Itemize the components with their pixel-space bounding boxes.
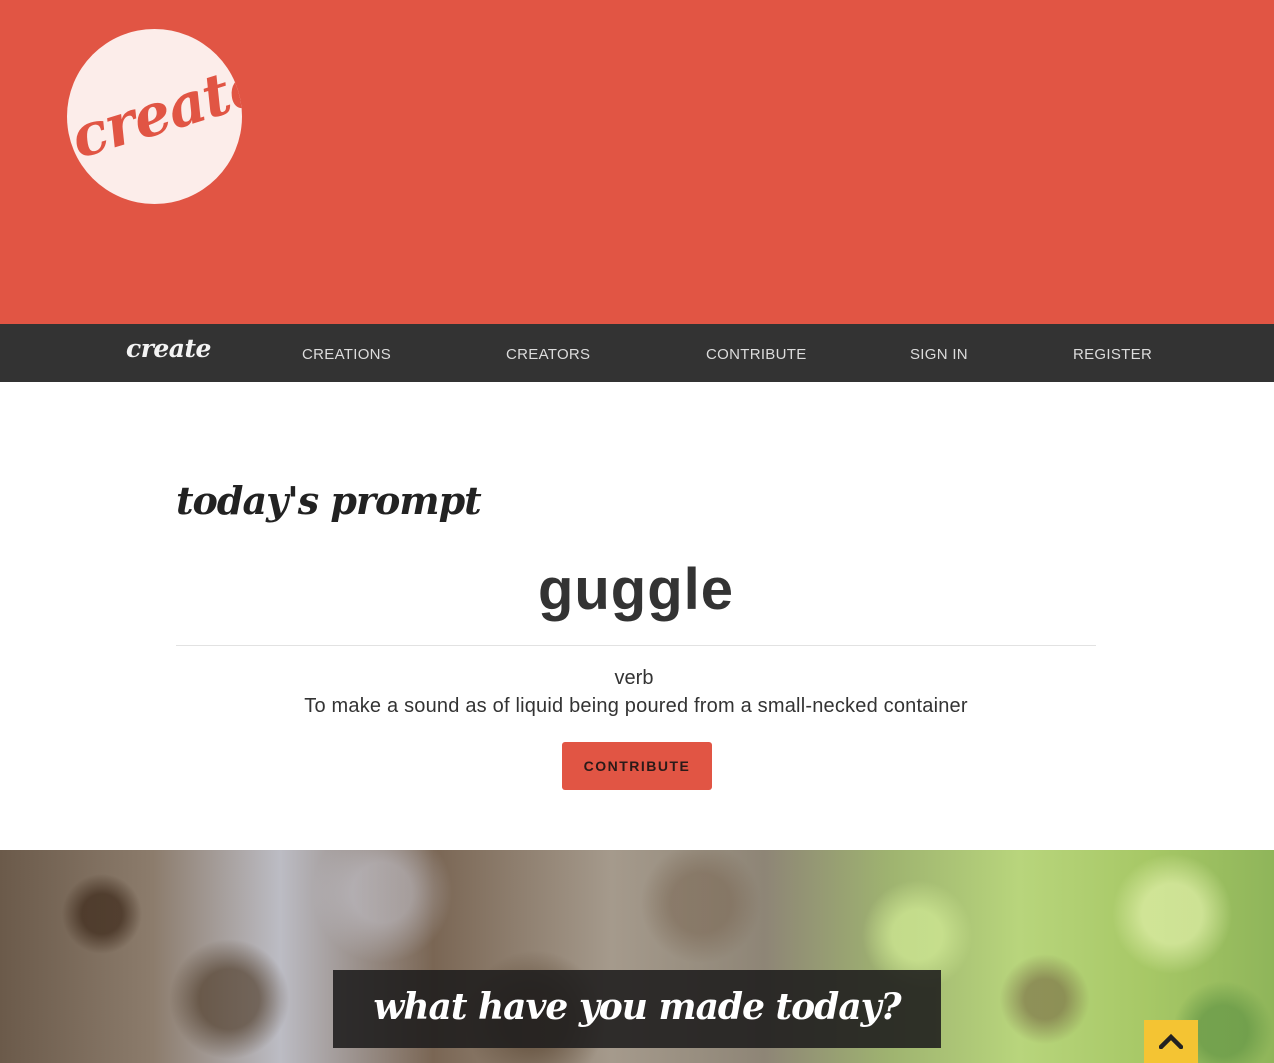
nav-brand-link[interactable]: create: [126, 334, 211, 363]
divider: [176, 645, 1096, 646]
photo-banner: what have you made today?: [0, 850, 1274, 1063]
chevron-up-icon: [1159, 1033, 1183, 1049]
contribute-button[interactable]: CONTRIBUTE: [562, 742, 712, 790]
prompt-word: guggle: [537, 557, 735, 622]
logo-text: create: [67, 48, 242, 172]
hero-banner: create: [0, 0, 1274, 324]
nav-item-creations[interactable]: CREATIONS: [302, 346, 391, 363]
main-navbar: create CREATIONS CREATORS CONTRIBUTE SIG…: [0, 324, 1274, 382]
prompt-definition: To make a sound as of liquid being poure…: [304, 695, 968, 717]
part-of-speech: verb: [614, 667, 654, 689]
nav-item-register[interactable]: REGISTER: [1073, 346, 1152, 363]
nav-item-creators[interactable]: CREATORS: [506, 346, 590, 363]
tagline: what have you made today?: [373, 986, 901, 1028]
nav-item-contribute[interactable]: CONTRIBUTE: [706, 346, 807, 363]
scroll-to-top-button[interactable]: [1144, 1020, 1198, 1063]
prompt-heading: today's prompt: [176, 478, 482, 523]
tagline-box: what have you made today?: [333, 970, 941, 1048]
nav-item-sign-in[interactable]: SIGN IN: [910, 346, 968, 363]
logo[interactable]: create: [67, 29, 242, 204]
